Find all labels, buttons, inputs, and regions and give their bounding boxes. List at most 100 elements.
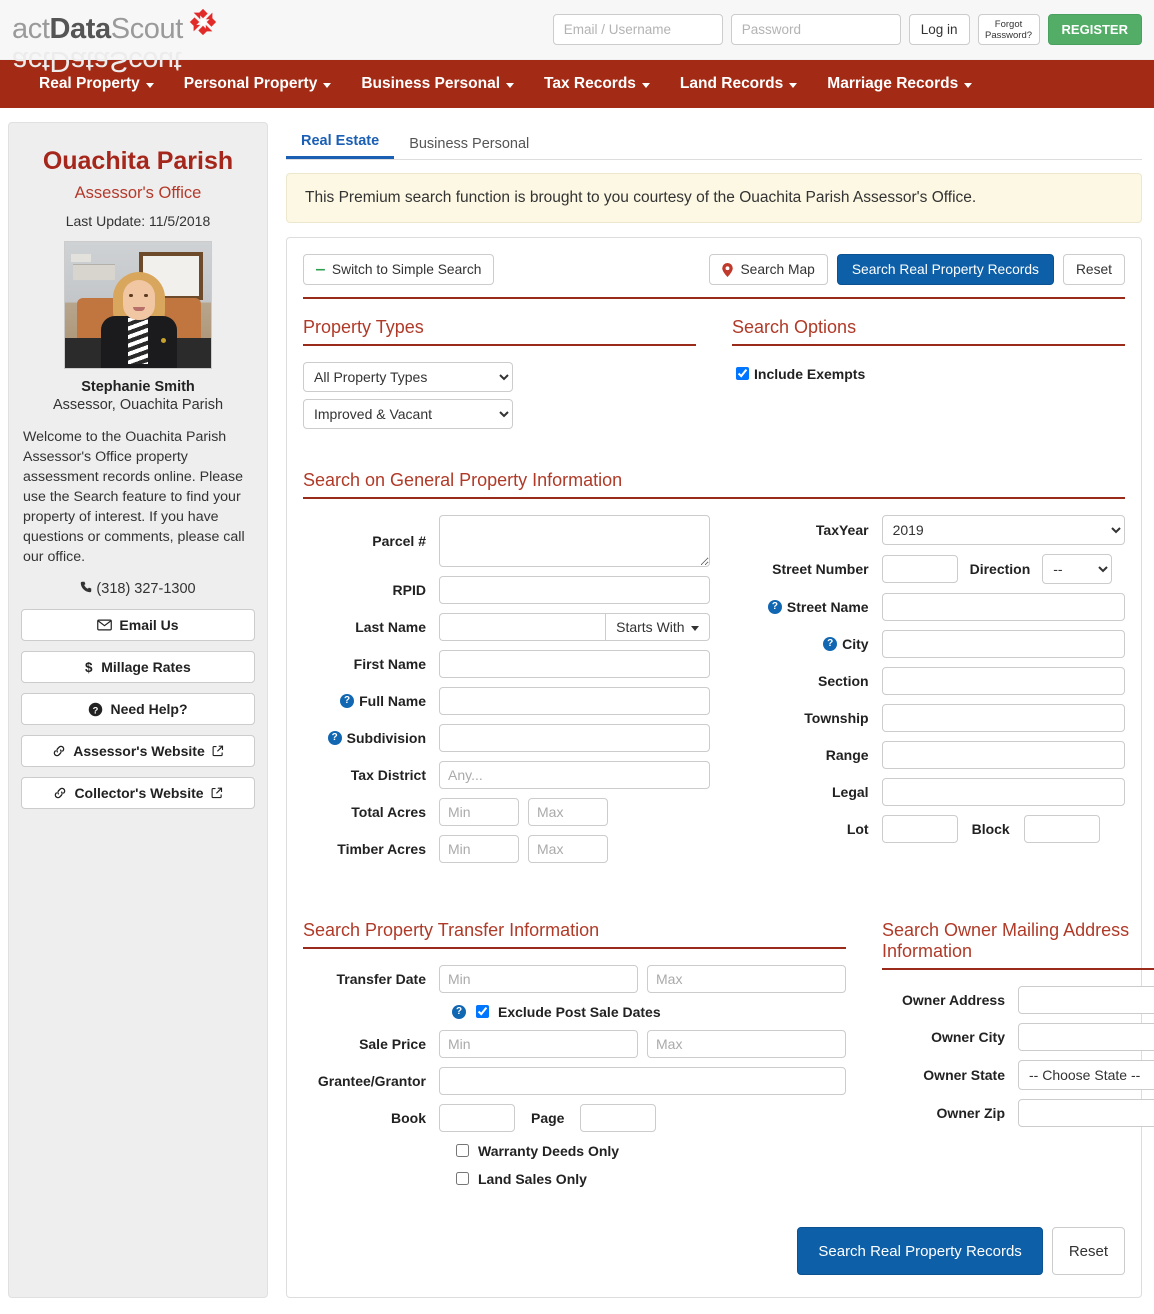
full-name-input[interactable] [439,687,710,715]
page-label: Page [531,1110,565,1126]
help-icon[interactable]: ? [340,694,355,708]
login-area: Log in Forgot Password? REGISTER [552,14,1142,45]
street-name-text: Street Name [786,599,869,615]
nav-label: Personal Property [183,75,318,92]
tax-year-label: TaxYear [815,522,869,538]
nav-item-tax-records[interactable]: Tax Records [529,60,665,108]
warranty-deeds-checkbox[interactable] [456,1144,469,1157]
transfer-section: Search Property Transfer Information Tra… [303,902,846,1197]
subdivision-input[interactable] [439,724,710,752]
field-city: ? City [746,630,1125,658]
owner-address-input[interactable] [1018,986,1154,1014]
login-button[interactable]: Log in [908,14,970,45]
land-sales-checkbox[interactable] [456,1172,469,1185]
city-input[interactable] [881,630,1125,658]
forgot-password-button[interactable]: Forgot Password? [977,14,1040,45]
help-icon[interactable]: ? [452,1004,466,1019]
nav-item-personal-property[interactable]: Personal Property [169,60,347,108]
legal-label: Legal [832,784,869,800]
email-us-button[interactable]: Email Us [21,609,255,641]
sale-price-max-input[interactable] [647,1030,846,1058]
need-help-label: Need Help? [110,701,188,717]
assessors-website-button[interactable]: Assessor's Website [21,735,255,767]
tab-business-personal[interactable]: Business Personal [394,129,544,159]
rpid-label: RPID [392,582,426,598]
sale-price-min-input[interactable] [439,1030,638,1058]
last-name-input[interactable] [439,613,606,641]
register-button[interactable]: REGISTER [1047,14,1142,45]
street-number-input[interactable] [881,555,958,583]
improved-vacant-select[interactable]: Improved & Vacant [303,399,513,429]
book-label: Book [391,1110,426,1126]
street-name-input[interactable] [881,593,1125,621]
collectors-website-label: Collector's Website [74,785,204,801]
legal-input[interactable] [881,778,1125,806]
owner-state-select[interactable]: -- Choose State -- [1018,1060,1154,1090]
reset-button-bottom[interactable]: Reset [1051,1227,1125,1275]
include-exempts-checkbox[interactable] [736,367,749,380]
first-name-input[interactable] [439,650,710,678]
grantee-grantor-input[interactable] [439,1067,846,1095]
total-acres-min-input[interactable] [439,798,519,826]
reset-button-top[interactable]: Reset [1062,254,1125,285]
transfer-date-min-input[interactable] [439,965,638,993]
field-rpid: RPID [303,576,710,604]
section-divider [303,947,846,949]
section-input[interactable] [881,667,1125,695]
rpid-input[interactable] [439,576,710,604]
section-divider [732,344,1125,346]
switch-to-simple-search-button[interactable]: ‒ Switch to Simple Search [303,254,495,285]
owner-heading: Search Owner Mailing Address Information [882,920,1130,961]
general-heading: Search on General Property Information [303,470,623,490]
property-type-select[interactable]: All Property Types [303,362,513,392]
minus-icon: ‒ [316,260,325,278]
timber-acres-max-input[interactable] [528,835,608,863]
transfer-date-max-input[interactable] [647,965,846,993]
nav-item-real-property[interactable]: Real Property [24,60,169,108]
owner-zip-input[interactable] [1018,1099,1154,1127]
username-input[interactable] [552,14,723,45]
page-input[interactable] [580,1104,657,1132]
parcel-textarea[interactable] [439,515,710,567]
external-link-icon [211,787,223,799]
millage-rates-button[interactable]: $ Millage Rates [21,651,255,683]
help-icon[interactable]: ? [823,637,838,651]
nav-item-business-personal[interactable]: Business Personal [346,60,529,108]
lot-label: Lot [846,821,869,837]
direction-select[interactable]: -- [1042,554,1113,584]
lot-input[interactable] [881,815,958,843]
block-input[interactable] [1023,815,1100,843]
millage-rates-label: Millage Rates [101,659,191,675]
footer-actions: Search Real Property Records Reset [303,1227,1125,1275]
nav-item-land-records[interactable]: Land Records [665,60,812,108]
collectors-website-button[interactable]: Collector's Website [21,777,255,809]
top-bar: actDataScout actDataScout Log in Forgot … [0,0,1154,77]
parcel-label: Parcel # [372,533,426,549]
help-icon[interactable]: ? [767,600,782,614]
help-icon[interactable]: ? [327,731,342,745]
last-name-match-dropdown[interactable]: Starts With [605,613,710,641]
tax-district-input[interactable] [439,761,710,789]
range-input[interactable] [881,741,1125,769]
timber-acres-min-input[interactable] [439,835,519,863]
need-help-button[interactable]: ? Need Help? [21,693,255,725]
section-divider [303,344,696,346]
street-name-label: ? Street Name [746,599,882,615]
tab-real-estate[interactable]: Real Estate [286,126,395,159]
search-map-button[interactable]: Search Map [709,254,828,285]
password-input[interactable] [730,14,901,45]
exclude-post-sale-checkbox[interactable] [476,1005,489,1018]
search-map-label: Search Map [740,262,815,277]
owner-city-input[interactable] [1018,1023,1154,1051]
search-real-property-records-button-bottom[interactable]: Search Real Property Records [797,1227,1043,1275]
general-right-column: TaxYear 2019 Street Number Direction -- … [746,515,1125,872]
section-divider [882,968,1154,970]
township-input[interactable] [881,704,1125,732]
tax-year-select[interactable]: 2019 [881,515,1125,545]
nav-item-marriage-records[interactable]: Marriage Records [812,60,987,108]
brand-logo[interactable]: actDataScout actDataScout [12,6,232,77]
search-real-property-records-button-top[interactable]: Search Real Property Records [836,254,1054,285]
tax-district-label: Tax District [350,767,426,783]
book-input[interactable] [439,1104,515,1132]
total-acres-max-input[interactable] [528,798,608,826]
